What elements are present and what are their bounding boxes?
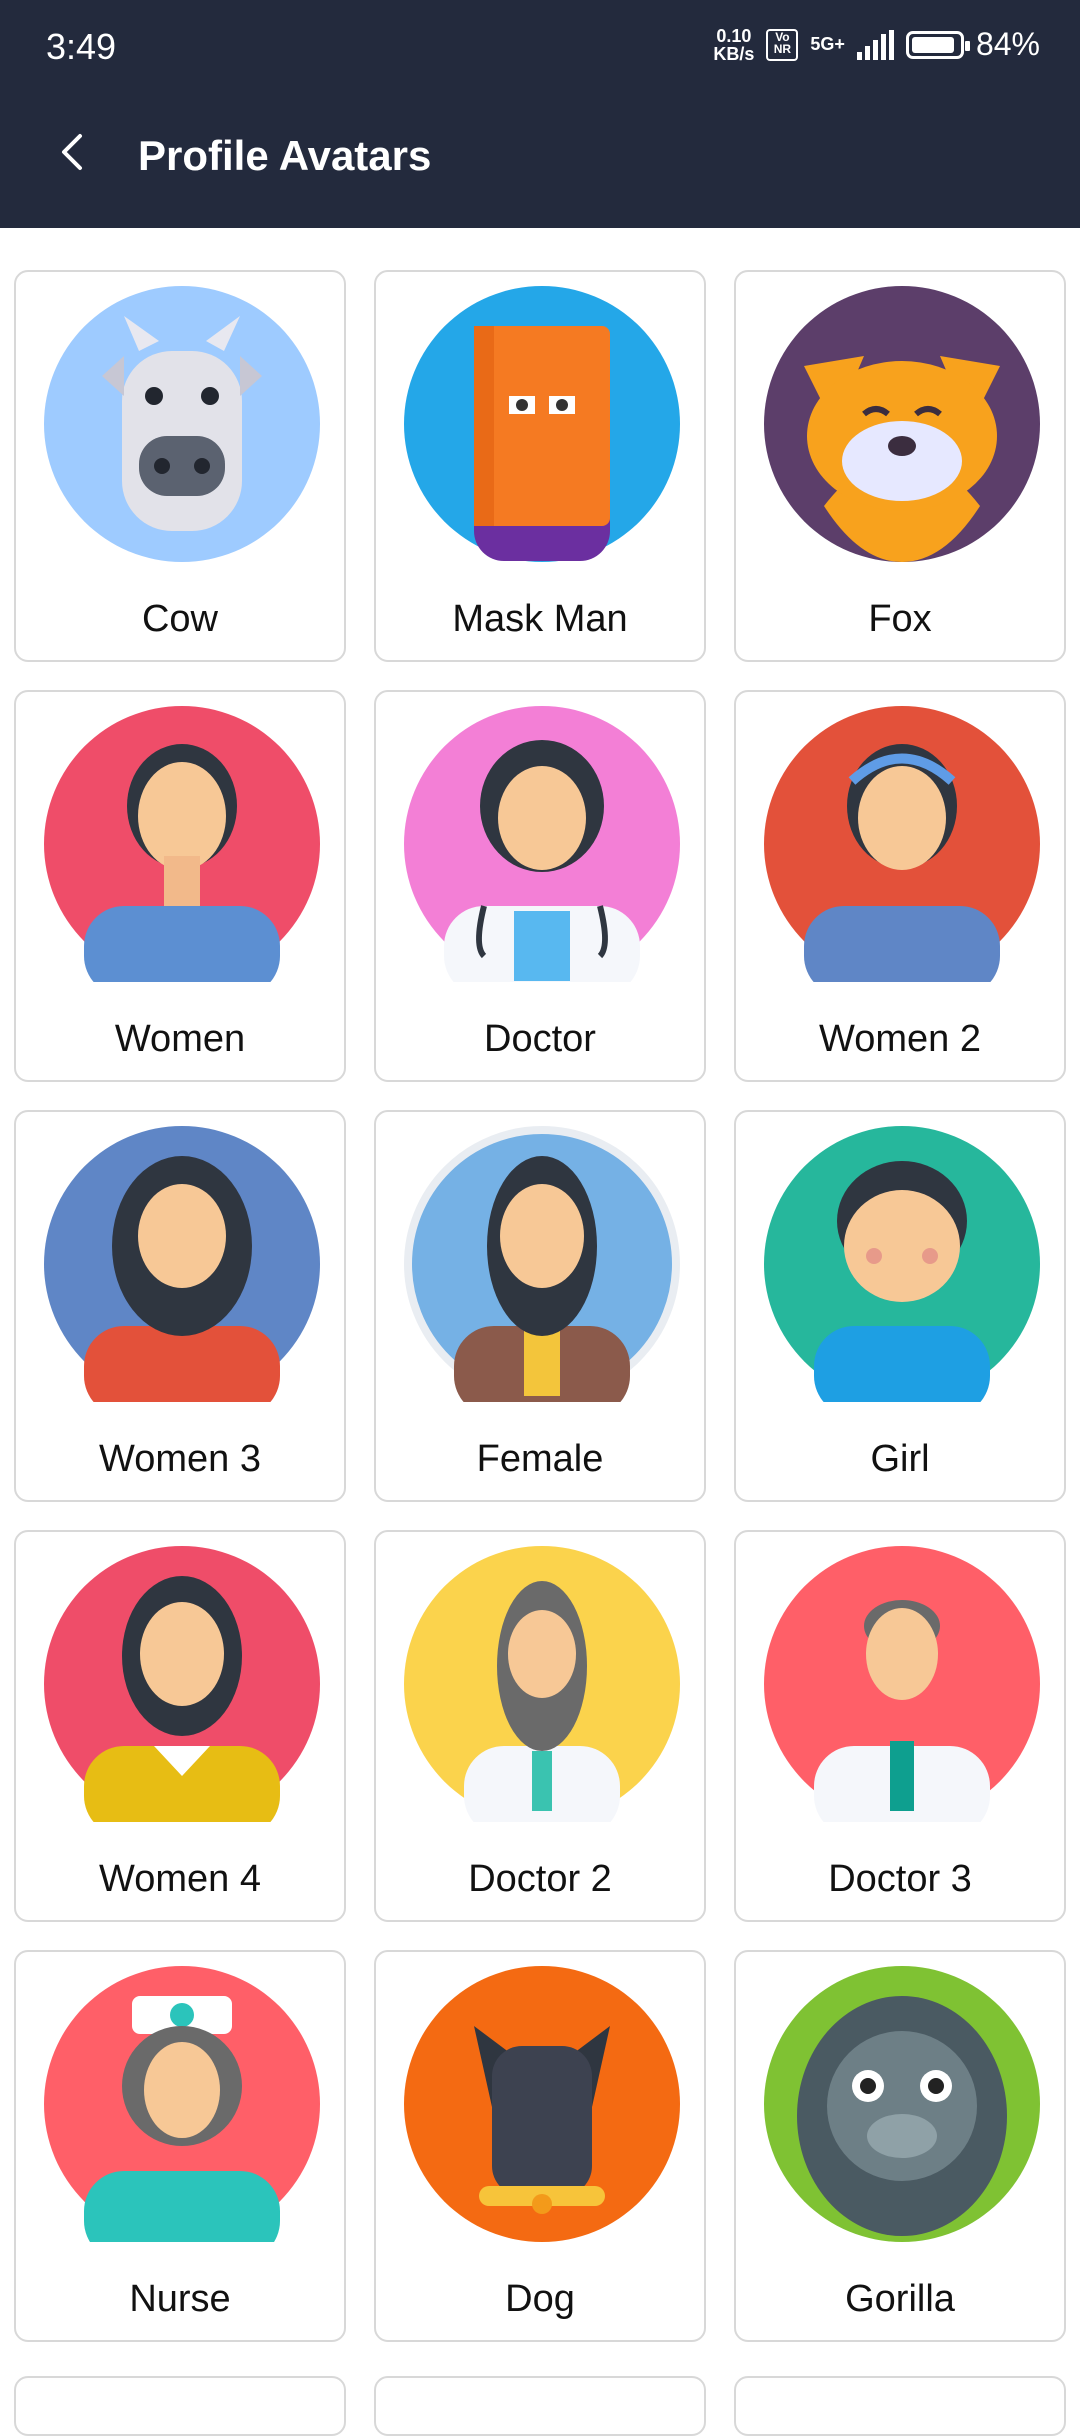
status-icons: 0.10 KB/s Vo NR 5G+ 84% bbox=[713, 26, 1040, 63]
gorilla-avatar-icon bbox=[764, 1966, 1040, 2242]
chevron-left-icon[interactable] bbox=[54, 132, 94, 172]
avatar-label: Girl bbox=[870, 1438, 930, 1480]
avatar-card-female[interactable]: Female bbox=[374, 1110, 706, 1502]
avatar-card-doctor[interactable]: Doctor bbox=[374, 690, 706, 1082]
signal-icon bbox=[856, 29, 894, 60]
avatar-card-partial[interactable] bbox=[14, 2376, 346, 2436]
network-type: 5G+ bbox=[810, 34, 845, 54]
avatar-card-girl[interactable]: Girl bbox=[734, 1110, 1066, 1502]
battery-percent: 84% bbox=[975, 26, 1040, 62]
avatar-card-cow[interactable]: Cow bbox=[14, 270, 346, 662]
avatar-label: Doctor 2 bbox=[468, 1858, 612, 1900]
avatar-label: Women bbox=[114, 1018, 246, 1060]
avatar-label: Women 2 bbox=[819, 1018, 981, 1060]
women-2-avatar-icon bbox=[764, 706, 1040, 982]
avatar-label: Women 4 bbox=[99, 1858, 261, 1900]
doctor-3-avatar-icon bbox=[764, 1546, 1040, 1822]
avatar-label: Doctor bbox=[484, 1018, 596, 1060]
girl-avatar-icon bbox=[764, 1126, 1040, 1402]
cow-avatar-icon bbox=[44, 286, 320, 562]
avatar-card-doctor-2[interactable]: Doctor 2 bbox=[374, 1530, 706, 1922]
network-speed: 0.10 KB/s bbox=[713, 25, 755, 64]
avatar-card-fox[interactable]: Fox bbox=[734, 270, 1066, 662]
avatar-card-partial[interactable] bbox=[734, 2376, 1066, 2436]
status-time: 3:49 bbox=[46, 26, 117, 67]
female-avatar-icon bbox=[404, 1126, 680, 1402]
avatar-label: Women 3 bbox=[99, 1438, 261, 1480]
avatar-grid: Cow Mask Man Fox Women Doctor Women 2 Wo… bbox=[14, 270, 1066, 2342]
dog-avatar-icon bbox=[404, 1966, 680, 2242]
doctor-avatar-icon bbox=[404, 706, 680, 982]
doctor-2-avatar-icon bbox=[404, 1546, 680, 1822]
avatar-card-doctor-3[interactable]: Doctor 3 bbox=[734, 1530, 1066, 1922]
avatar-card-nurse[interactable]: Nurse bbox=[14, 1950, 346, 2342]
avatar-card-mask-man[interactable]: Mask Man bbox=[374, 270, 706, 662]
app-bar: 3:49 0.10 KB/s Vo NR 5G+ 84% Profile Ava… bbox=[0, 0, 1080, 228]
avatar-label: Cow bbox=[141, 598, 219, 640]
avatar-card-women[interactable]: Women bbox=[14, 690, 346, 1082]
mask-man-avatar-icon bbox=[404, 286, 680, 562]
avatar-card-gorilla[interactable]: Gorilla bbox=[734, 1950, 1066, 2342]
nurse-avatar-icon bbox=[44, 1966, 320, 2242]
avatar-label: Fox bbox=[868, 598, 932, 640]
women-avatar-icon bbox=[44, 706, 320, 982]
avatar-label: Mask Man bbox=[452, 598, 628, 640]
avatar-label: Gorilla bbox=[845, 2278, 955, 2320]
avatar-card-dog[interactable]: Dog bbox=[374, 1950, 706, 2342]
women-4-avatar-icon bbox=[44, 1546, 320, 1822]
fox-avatar-icon bbox=[764, 286, 1040, 562]
page-title: Profile Avatars bbox=[138, 132, 432, 179]
battery-icon bbox=[905, 30, 970, 59]
avatar-card-women-4[interactable]: Women 4 bbox=[14, 1530, 346, 1922]
avatar-card-partial[interactable] bbox=[374, 2376, 706, 2436]
avatar-label: Female bbox=[476, 1438, 604, 1480]
women-3-avatar-icon bbox=[44, 1126, 320, 1402]
avatar-card-women-3[interactable]: Women 3 bbox=[14, 1110, 346, 1502]
avatar-card-women-2[interactable]: Women 2 bbox=[734, 690, 1066, 1082]
avatar-label: Dog bbox=[505, 2278, 575, 2320]
avatar-label: Nurse bbox=[129, 2278, 231, 2320]
volte-icon: Vo NR bbox=[766, 28, 799, 61]
avatar-label: Doctor 3 bbox=[828, 1858, 972, 1900]
